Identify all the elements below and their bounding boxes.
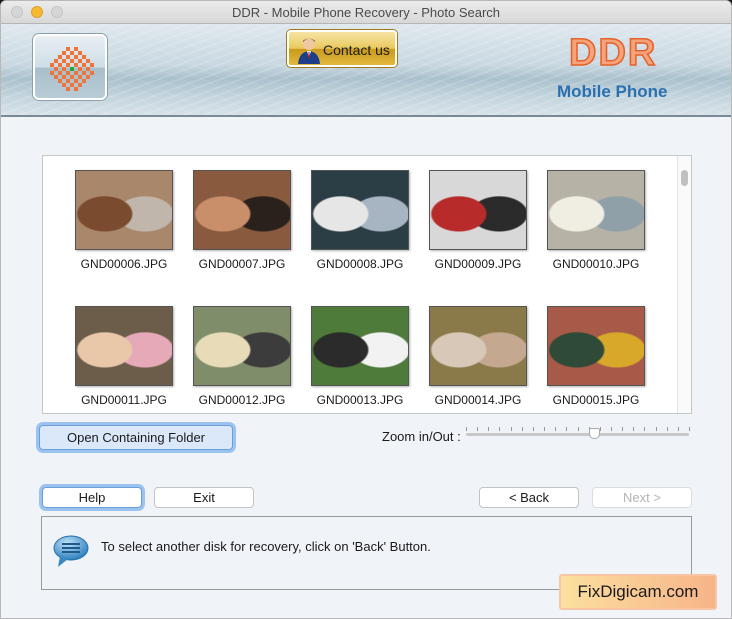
watermark-badge: FixDigicam.com <box>559 574 717 610</box>
photo-thumbnail[interactable]: GND00011.JPG <box>65 306 183 407</box>
next-button: Next > <box>592 487 692 508</box>
user-support-icon <box>298 38 320 64</box>
status-message-text: To select another disk for recovery, cli… <box>101 539 431 554</box>
contact-us-label: Contact us <box>323 42 390 58</box>
zoom-slider-tick <box>610 427 612 431</box>
speech-bubble-icon <box>53 535 89 567</box>
close-window-button[interactable] <box>11 6 23 18</box>
zoom-slider-tick <box>566 427 568 431</box>
photo-thumbnail[interactable]: GND00006.JPG <box>65 170 183 271</box>
photo-filename: GND00015.JPG <box>552 393 640 407</box>
photo-image[interactable] <box>311 306 409 386</box>
photo-thumbnail[interactable]: GND00008.JPG <box>301 170 419 271</box>
photo-filename: GND00010.JPG <box>552 257 640 271</box>
brand-logo-text: DDR <box>568 31 658 75</box>
logo-pattern-icon <box>50 47 94 91</box>
photo-thumbnail[interactable]: GND00009.JPG <box>419 170 537 271</box>
zoom-slider-tick <box>521 427 523 431</box>
header-banner: Contact us DDR Mobile Phone <box>1 24 731 117</box>
zoom-slider[interactable] <box>464 424 691 444</box>
photo-filename: GND00011.JPG <box>81 393 167 407</box>
zoom-slider-tick <box>477 427 479 431</box>
zoom-slider-tick <box>599 427 601 431</box>
zoom-slider-tick <box>499 427 501 431</box>
photo-image[interactable] <box>547 306 645 386</box>
zoom-slider-tick <box>666 427 668 431</box>
photo-image[interactable] <box>547 170 645 250</box>
open-containing-folder-button[interactable]: Open Containing Folder <box>39 425 233 450</box>
zoom-slider-tick <box>510 427 512 431</box>
photo-image[interactable] <box>75 306 173 386</box>
app-logo <box>33 34 107 100</box>
zoom-slider-track[interactable] <box>466 433 689 436</box>
zoom-slider-tick <box>655 427 657 431</box>
photo-image[interactable] <box>311 170 409 250</box>
zoom-slider-tick <box>644 427 646 431</box>
photo-filename: GND00012.JPG <box>198 393 286 407</box>
maximize-window-button[interactable] <box>51 6 63 18</box>
zoom-slider-tick <box>532 427 534 431</box>
zoom-slider-knob[interactable] <box>588 428 600 439</box>
photo-filename: GND00008.JPG <box>316 257 404 271</box>
scrollbar-thumb[interactable] <box>681 170 688 186</box>
window-title: DDR - Mobile Phone Recovery - Photo Sear… <box>231 5 501 20</box>
zoom-slider-tick <box>466 427 467 431</box>
photo-thumbnail[interactable]: GND00007.JPG <box>183 170 301 271</box>
photo-filename: GND00013.JPG <box>316 393 404 407</box>
zoom-slider-tick <box>689 427 690 431</box>
photo-image[interactable] <box>429 306 527 386</box>
photo-thumbnail[interactable]: GND00012.JPG <box>183 306 301 407</box>
zoom-slider-tick <box>544 427 546 431</box>
contact-us-button[interactable]: Contact us <box>287 30 397 67</box>
photo-image[interactable] <box>193 170 291 250</box>
title-bar: DDR - Mobile Phone Recovery - Photo Sear… <box>1 1 731 24</box>
photo-filename: GND00009.JPG <box>434 257 522 271</box>
brand-subtitle: Mobile Phone <box>557 82 668 101</box>
photo-image[interactable] <box>75 170 173 250</box>
photo-image[interactable] <box>429 170 527 250</box>
zoom-slider-tick <box>622 427 624 431</box>
photo-thumbnail[interactable]: GND00013.JPG <box>301 306 419 407</box>
gallery-scrollbar[interactable] <box>677 156 691 413</box>
zoom-slider-tick <box>633 427 635 431</box>
photo-filename: GND00006.JPG <box>80 257 168 271</box>
app-window: DDR - Mobile Phone Recovery - Photo Sear… <box>0 0 732 619</box>
minimize-window-button[interactable] <box>31 6 43 18</box>
photo-thumbnail[interactable]: GND00010.JPG <box>537 170 655 271</box>
zoom-slider-tick <box>677 427 679 431</box>
back-button[interactable]: < Back <box>479 487 579 508</box>
photo-filename: GND00014.JPG <box>434 393 522 407</box>
photo-filename: GND00007.JPG <box>198 257 286 271</box>
zoom-slider-tick <box>488 427 490 431</box>
photo-thumbnail[interactable]: GND00014.JPG <box>419 306 537 407</box>
help-button[interactable]: Help <box>42 487 142 508</box>
photo-image[interactable] <box>193 306 291 386</box>
exit-button[interactable]: Exit <box>154 487 254 508</box>
zoom-slider-tick <box>555 427 557 431</box>
zoom-label: Zoom in/Out : <box>382 429 461 444</box>
zoom-slider-tick <box>577 427 579 431</box>
photo-gallery[interactable]: GND00006.JPG GND00007.JPG GND00008.JPG GND0… <box>42 155 692 414</box>
photo-thumbnail[interactable]: GND00015.JPG <box>537 306 655 407</box>
